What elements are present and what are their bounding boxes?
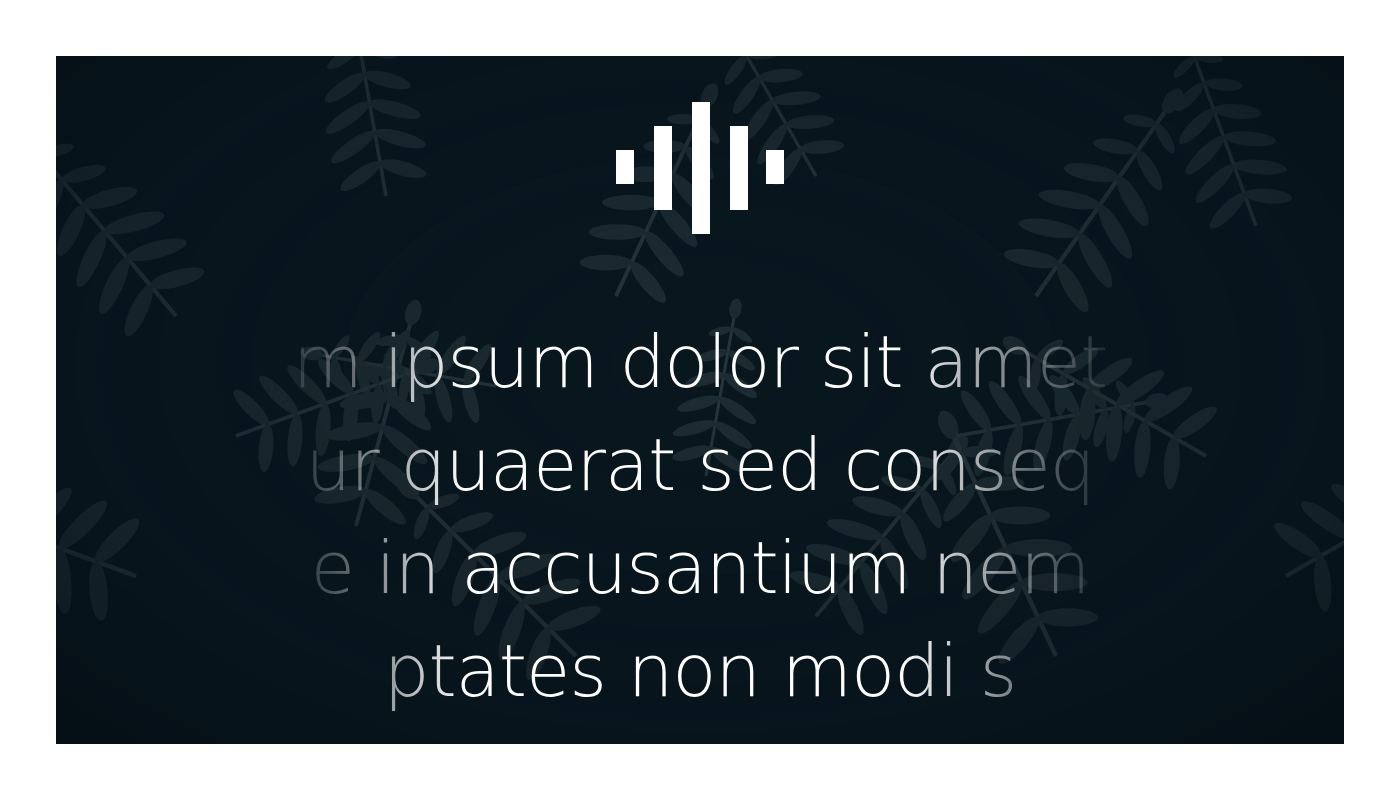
text-line-2: ur quaerat sed conseq [305,423,1096,507]
scrolling-text-viewport: m ipsum dolor sit amet ur quaerat sed co… [56,311,1344,744]
text-line-4: ptates non modi s [383,629,1017,713]
text-line-5: ui ea dolori [281,723,1119,744]
hero-banner: m ipsum dolor sit amet ur quaerat sed co… [56,56,1344,744]
text-line-3: e in accusantium nem [310,526,1091,610]
lorem-text-block: m ipsum dolor sit amet ur quaerat sed co… [281,311,1119,744]
sound-wave-icon [616,102,784,234]
text-line-1: m ipsum dolor sit amet [292,320,1109,404]
